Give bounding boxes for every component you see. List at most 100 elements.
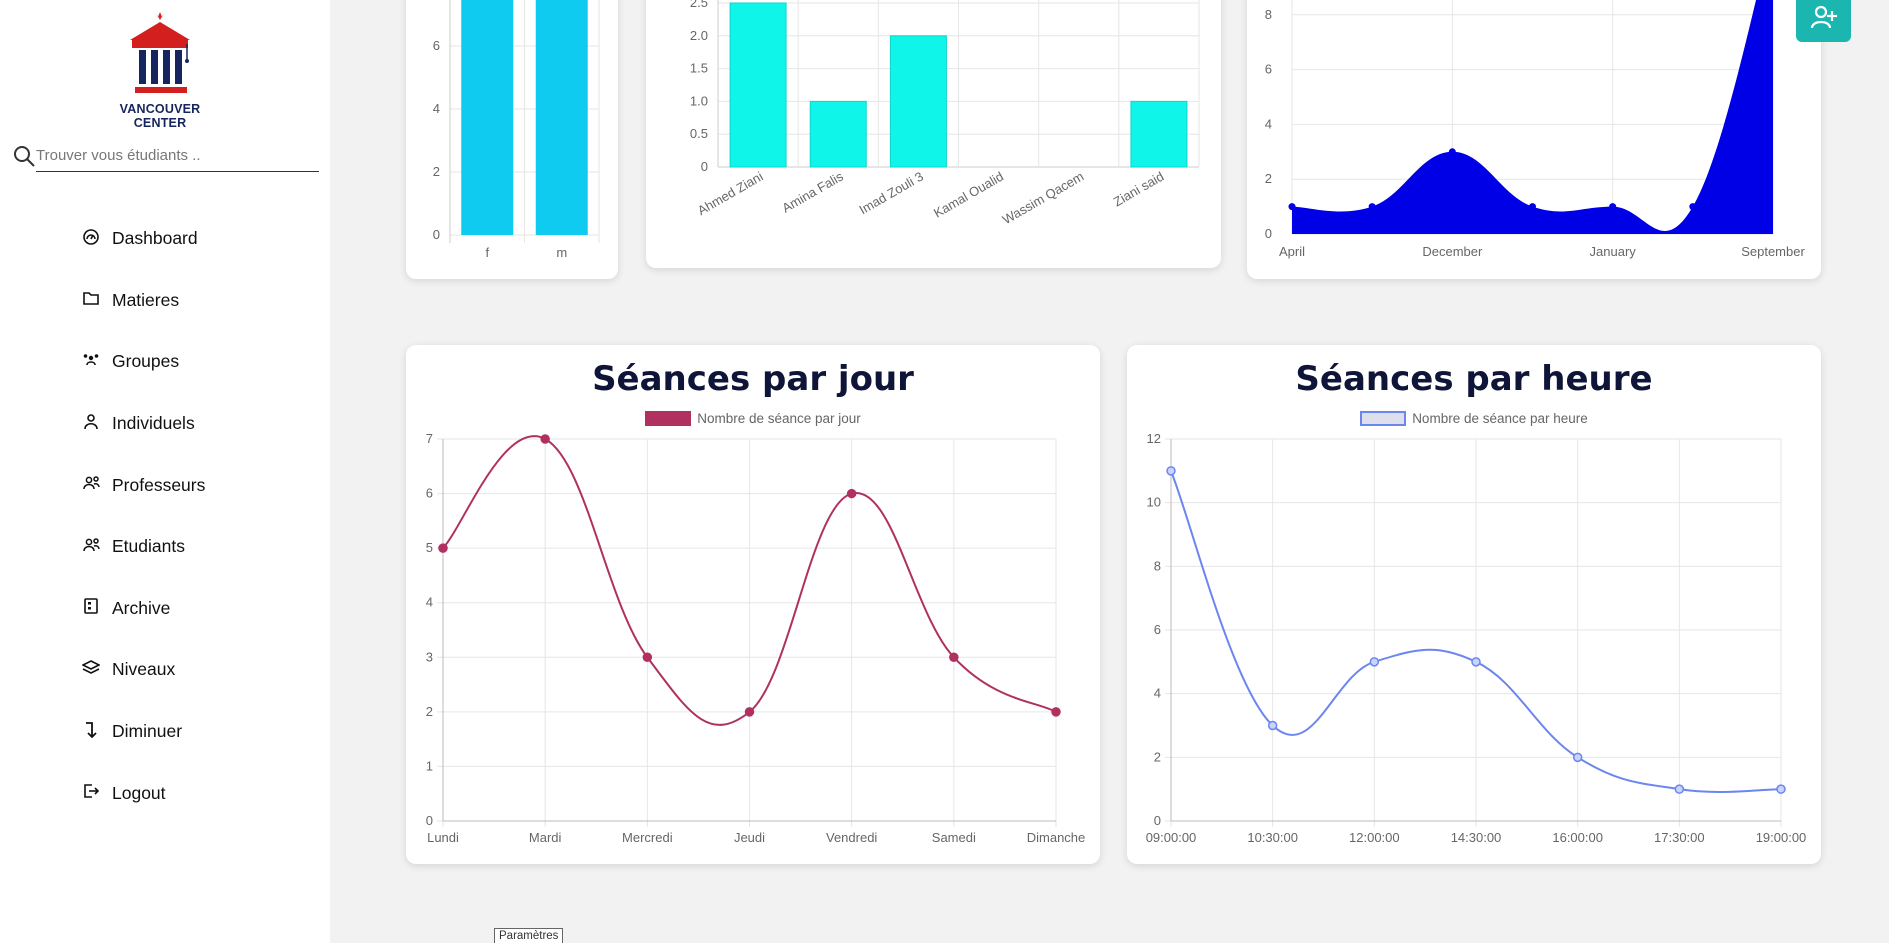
x-tick-label: Kamal Oualid <box>931 169 1006 221</box>
y-tick-label: 4 <box>426 595 433 610</box>
sessions-per-hour-line-chart: 0 2 4 6 8 10 12 09:00:00 10:30:00 12:00:00 14:30:0… <box>1146 431 1807 845</box>
sidebar-item-label: Individuels <box>112 413 195 434</box>
sessions-per-day-line-chart: 0 1 2 3 4 5 6 7 Lundi Mardi Mercredi Jeudi Vendredi S… <box>426 431 1086 845</box>
sidebar-item-professeurs[interactable]: Professeurs <box>82 454 205 516</box>
x-tick-label: Ahmed Ziani <box>695 169 766 219</box>
data-point <box>642 652 653 663</box>
sessions-per-day-card: Séances par jour Nombre de séance par jo… <box>406 345 1100 864</box>
sidebar-item-label: Logout <box>112 782 166 803</box>
arrow-down-icon <box>82 721 104 743</box>
y-tick-label: 8 <box>1154 558 1161 573</box>
sidebar-item-label: Groupes <box>112 351 180 372</box>
x-tick-label: April <box>1279 244 1305 259</box>
bar <box>461 0 514 235</box>
bar <box>809 100 867 168</box>
sidebar-item-individuels[interactable]: Individuels <box>82 393 205 455</box>
y-tick-label: 1.0 <box>690 93 708 108</box>
data-point <box>1609 203 1617 211</box>
data-point <box>949 652 959 663</box>
logout-icon <box>82 782 104 804</box>
y-tick-label: 0 <box>1265 226 1272 241</box>
brand-logo[interactable]: VANCOUVER CENTER <box>100 10 220 130</box>
sidebar-item-etudiants[interactable]: Etudiants <box>82 516 205 578</box>
user-icon <box>82 413 104 435</box>
archive-icon <box>82 597 104 619</box>
x-tick-label: 14:30:00 <box>1451 830 1502 845</box>
y-tick-label: 2 <box>1265 171 1272 186</box>
y-tick-label: 0 <box>701 159 708 174</box>
gauge-icon <box>82 228 104 250</box>
y-tick-label: 6 <box>1154 622 1161 637</box>
folder-icon <box>82 289 104 311</box>
x-tick-label: f <box>485 245 489 260</box>
x-tick-label: Dimanche <box>1027 830 1086 845</box>
sidebar-item-niveaux[interactable]: Niveaux <box>82 639 205 701</box>
x-tick-label: September <box>1741 244 1805 259</box>
data-point <box>1776 784 1786 794</box>
gender-chart-card: 0 2 4 6 f m <box>406 0 618 279</box>
y-tick-label: 2 <box>433 164 440 179</box>
bar <box>1130 100 1188 168</box>
y-tick-label: 7 <box>426 431 433 446</box>
sidebar-item-label: Etudiants <box>112 536 185 557</box>
x-tick-label: Lundi <box>427 830 459 845</box>
data-point <box>1689 203 1697 211</box>
sidebar-item-dashboard[interactable]: Dashboard <box>82 208 205 270</box>
y-tick-label: 6 <box>426 486 433 501</box>
sidebar-item-label: Archive <box>112 597 171 618</box>
x-tick-label: 19:00:00 <box>1756 830 1807 845</box>
users-icon <box>82 536 104 558</box>
building-logo-icon <box>130 12 190 93</box>
x-tick-label: Ziani said <box>1111 169 1167 210</box>
sidebar-item-logout[interactable]: Logout <box>82 762 205 824</box>
group-icon <box>82 351 104 373</box>
y-tick-label: 2 <box>426 704 433 719</box>
y-tick-label: 4 <box>1265 116 1272 131</box>
data-point <box>1368 203 1376 211</box>
add-user-button[interactable] <box>1796 0 1851 42</box>
sidebar-item-label: Niveaux <box>112 659 176 680</box>
x-tick-label: Samedi <box>932 830 976 845</box>
sidebar-item-diminuer[interactable]: Diminuer <box>82 701 205 763</box>
sidebar-item-label: Professeurs <box>112 474 206 495</box>
y-tick-label: 12 <box>1147 431 1161 446</box>
sidebar-item-groupes[interactable]: Groupes <box>82 331 205 393</box>
data-point <box>744 707 755 717</box>
bar <box>729 2 787 168</box>
gender-bar-chart: 0 2 4 6 f m <box>433 0 600 260</box>
x-tick-label: Vendredi <box>826 830 877 845</box>
x-tick-label: Wassim Qacem <box>1000 169 1087 228</box>
y-tick-label: 0.5 <box>690 126 708 141</box>
y-tick-label: 4 <box>1154 686 1161 701</box>
data-point <box>1369 657 1380 667</box>
data-point <box>1448 148 1456 156</box>
data-point <box>1572 752 1583 763</box>
y-tick-label: 10 <box>1147 495 1161 510</box>
bar <box>889 35 947 168</box>
brand-name: VANCOUVER CENTER <box>119 102 201 130</box>
search-input[interactable] <box>36 140 319 172</box>
x-tick-label: m <box>556 245 567 260</box>
x-tick-label: December <box>1422 244 1483 259</box>
search-icon[interactable] <box>12 144 36 168</box>
x-tick-label: Mardi <box>529 830 562 845</box>
y-tick-label: 4 <box>433 101 440 116</box>
x-tick-label: Amina Falis <box>779 168 846 215</box>
data-point <box>1267 720 1278 731</box>
data-point <box>1674 784 1685 794</box>
settings-tooltip: Paramètres <box>494 928 564 943</box>
y-tick-label: 8 <box>1265 7 1272 22</box>
students-bar-chart: 0 0.5 1.0 1.5 2.0 2.5 Ahmed Ziani Amina Falis Im… <box>690 0 1200 228</box>
bar <box>535 0 588 235</box>
data-point <box>1471 657 1481 667</box>
y-tick-label: 6 <box>433 38 440 53</box>
data-point <box>540 434 550 444</box>
sidebar-nav: Dashboard Matieres Groupes Individuels Profe… <box>82 208 205 824</box>
x-tick-label: Mercredi <box>622 830 673 845</box>
sidebar-item-matieres[interactable]: Matieres <box>82 270 205 332</box>
sidebar-item-archive[interactable]: Archive <box>82 578 205 640</box>
add-user-icon <box>1810 5 1837 29</box>
sidebar: VANCOUVER CENTER Dashboard Matieres Groupe… <box>0 0 330 943</box>
y-tick-label: 1 <box>426 758 433 773</box>
users-icon <box>82 474 104 496</box>
